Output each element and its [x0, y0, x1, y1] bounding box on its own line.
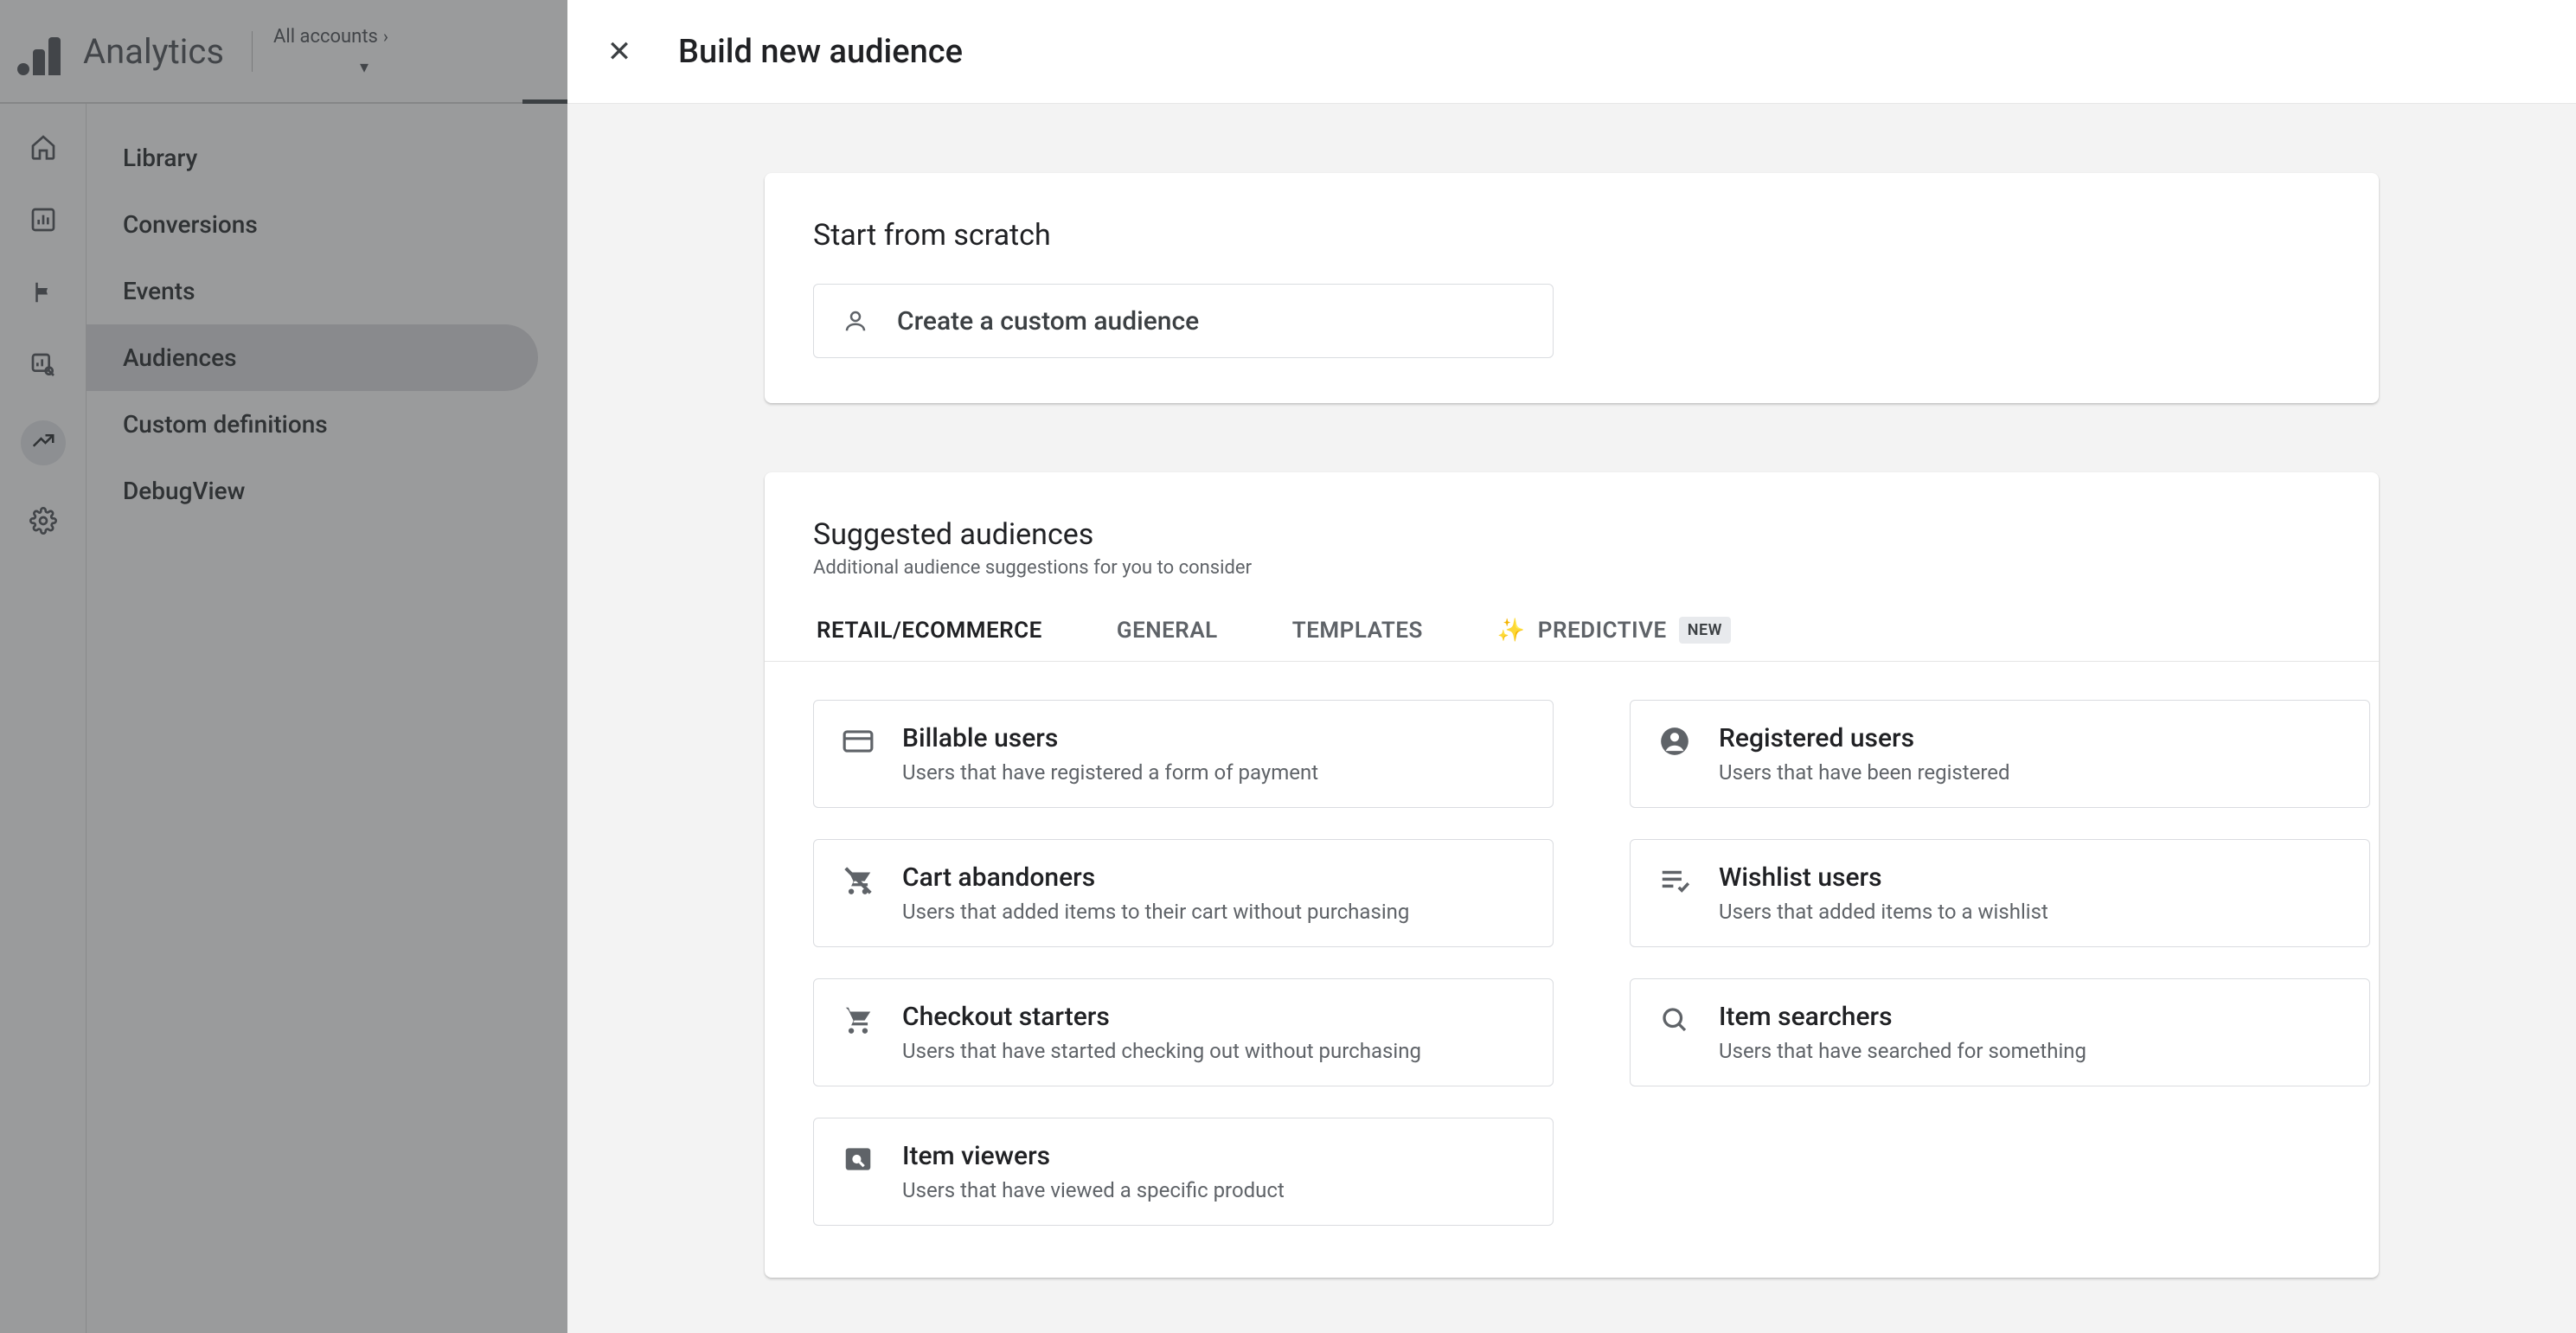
tab-predictive[interactable]: ✨ PREDICTIVE NEW [1494, 599, 1734, 661]
panel-body: Start from scratch Create a custom audie… [567, 104, 2576, 1333]
audience-card-item-searchers[interactable]: Item searchers Users that have searched … [1630, 978, 2370, 1086]
account-picker[interactable]: All accounts › ▾ [273, 26, 388, 77]
pageview-icon [840, 1141, 876, 1177]
card-title: Item searchers [1719, 1002, 2086, 1032]
sidebar-item-debugview[interactable]: DebugView [87, 458, 538, 524]
playlist-check-icon [1656, 862, 1693, 899]
card-title: Cart abandoners [902, 862, 1409, 893]
card-desc: Users that added items to a wishlist [1719, 900, 2048, 924]
sidebar-item-audiences[interactable]: Audiences [87, 324, 538, 391]
card-desc: Users that have viewed a specific produc… [902, 1178, 1285, 1202]
panel-header: ✕ Build new audience [567, 0, 2576, 104]
panel-title: Build new audience [678, 33, 963, 71]
close-icon[interactable]: ✕ [602, 35, 637, 69]
credit-card-icon [840, 723, 876, 759]
card-desc: Users that have been registered [1719, 760, 2010, 785]
nav-rail [0, 104, 87, 1333]
reports-icon[interactable] [26, 202, 61, 237]
chevron-right-icon: › [383, 26, 388, 47]
sidebar-item-label: Audiences [123, 343, 237, 372]
remove-cart-icon [840, 862, 876, 899]
magic-wand-icon: ✨ [1497, 618, 1526, 644]
progress-indicator [522, 99, 567, 104]
search-icon [1656, 1002, 1693, 1038]
create-custom-audience-button[interactable]: Create a custom audience [813, 284, 1554, 358]
card-desc: Users that have started checking out wit… [902, 1039, 1421, 1063]
create-custom-audience-label: Create a custom audience [897, 306, 1199, 336]
suggested-grid: Billable users Users that have registere… [765, 662, 2379, 1278]
account-picker-label: All accounts [273, 26, 378, 48]
new-badge: NEW [1679, 617, 1731, 644]
gear-icon[interactable] [26, 503, 61, 538]
person-outline-icon [840, 305, 871, 336]
flag-icon[interactable] [26, 275, 61, 310]
card-title: Billable users [902, 723, 1318, 753]
user-circle-icon [1656, 723, 1693, 759]
sidebar-item-library[interactable]: Library [87, 125, 538, 191]
scratch-heading: Start from scratch [813, 218, 2330, 253]
sidebar-item-conversions[interactable]: Conversions [87, 191, 538, 258]
build-audience-panel: ✕ Build new audience Start from scratch … [567, 0, 2576, 1333]
audience-card-cart-abandoners[interactable]: Cart abandoners Users that added items t… [813, 839, 1554, 947]
tab-retail-ecommerce[interactable]: RETAIL/ECOMMERCE [813, 600, 1046, 661]
caret-down-icon: ▾ [360, 56, 368, 77]
sidebar-item-label: DebugView [123, 477, 245, 505]
suggested-tabs: RETAIL/ECOMMERCE GENERAL TEMPLATES ✨ PRE… [765, 599, 2379, 662]
configure-sidebar: Library Conversions Events Audiences Cus… [87, 104, 567, 1333]
scratch-card: Start from scratch Create a custom audie… [765, 173, 2379, 403]
sidebar-item-label: Library [123, 144, 197, 172]
configure-icon[interactable] [21, 420, 66, 465]
suggested-subheading: Additional audience suggestions for you … [813, 557, 2330, 579]
card-title: Registered users [1719, 723, 2010, 753]
sidebar-item-custom-definitions[interactable]: Custom definitions [87, 391, 538, 458]
audience-card-wishlist-users[interactable]: Wishlist users Users that added items to… [1630, 839, 2370, 947]
audience-card-billable-users[interactable]: Billable users Users that have registere… [813, 700, 1554, 808]
sidebar-item-label: Conversions [123, 210, 258, 239]
tab-general[interactable]: GENERAL [1113, 600, 1221, 661]
product-name: Analytics [83, 31, 253, 72]
sidebar-item-events[interactable]: Events [87, 258, 538, 324]
home-icon[interactable] [26, 130, 61, 164]
card-title: Checkout starters [902, 1002, 1421, 1032]
suggested-card: Suggested audiences Additional audience … [765, 472, 2379, 1278]
card-desc: Users that have searched for something [1719, 1039, 2086, 1063]
audience-card-registered-users[interactable]: Registered users Users that have been re… [1630, 700, 2370, 808]
card-desc: Users that have registered a form of pay… [902, 760, 1318, 785]
tab-templates[interactable]: TEMPLATES [1289, 600, 1426, 661]
sidebar-item-label: Events [123, 277, 195, 305]
analytics-logo-icon [17, 27, 66, 75]
explore-icon[interactable] [26, 348, 61, 382]
sidebar-item-label: Custom definitions [123, 410, 328, 439]
shopping-cart-icon [840, 1002, 876, 1038]
card-title: Item viewers [902, 1141, 1285, 1171]
audience-card-checkout-starters[interactable]: Checkout starters Users that have starte… [813, 978, 1554, 1086]
audience-card-item-viewers[interactable]: Item viewers Users that have viewed a sp… [813, 1118, 1554, 1226]
suggested-heading: Suggested audiences [813, 517, 2330, 552]
card-title: Wishlist users [1719, 862, 2048, 893]
card-desc: Users that added items to their cart wit… [902, 900, 1409, 924]
